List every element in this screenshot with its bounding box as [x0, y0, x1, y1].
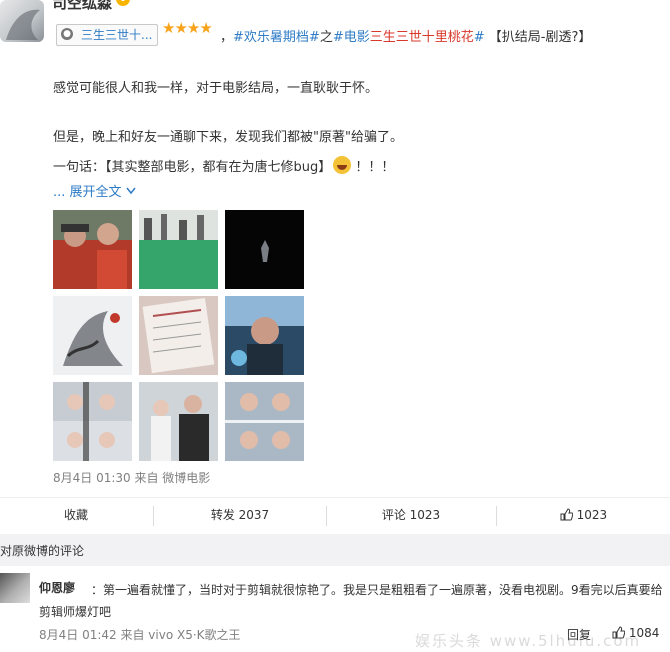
topic-link-movie-open[interactable]: #电影	[333, 30, 370, 45]
thumbs-up-icon	[560, 508, 574, 521]
photo-2[interactable]	[139, 210, 218, 289]
favorite-button[interactable]: 收藏	[0, 498, 152, 534]
verified-badge-icon: V	[116, 0, 130, 6]
chevron-down-icon	[126, 187, 136, 195]
comments-header-title: 对原微博的评论	[0, 544, 85, 558]
expand-full-text-link[interactable]: ... 展开全文	[53, 181, 136, 200]
author-avatar[interactable]	[0, 0, 44, 42]
topic-link-summer[interactable]: #欢乐暑期档#	[233, 30, 320, 45]
photo-7[interactable]	[53, 382, 132, 461]
commenter-avatar[interactable]	[0, 573, 30, 603]
post-line-3-text: 一句话：【其实整部电影，都有在为唐七修bug】	[53, 160, 332, 175]
topic-link-movie-close[interactable]: #	[474, 30, 485, 45]
post-line-1: 感觉可能很人和我一样，对于电影结局，一直耿耿于怀。	[53, 81, 379, 96]
connector-text: 之	[319, 30, 333, 45]
post-exclaim: ！！！	[355, 160, 395, 175]
author-name[interactable]: 司空纮淼	[52, 0, 112, 13]
post-meta: 8月4日 01:30 来自 微博电影	[53, 471, 211, 485]
action-bar: 收藏 转发 2037 评论 1023 1023	[0, 497, 670, 534]
movie-tag-label: 三生三世十...	[81, 28, 153, 42]
rating-stars: ★★★★	[162, 19, 213, 37]
watermark: 娱乐头条 www.5lhulu.com	[415, 632, 642, 650]
spoiler-label: 【扒结局-剧透?】	[484, 30, 592, 45]
photo-6[interactable]	[225, 296, 304, 375]
photo-3[interactable]	[225, 210, 304, 289]
topic-link-movie-title[interactable]: 三生三世十里桃花	[370, 30, 474, 45]
separator: ，	[220, 30, 234, 45]
photo-9[interactable]	[225, 382, 304, 461]
photo-1[interactable]	[53, 210, 132, 289]
photo-5[interactable]	[139, 296, 218, 375]
expand-label: ... 展开全文	[53, 185, 122, 200]
comment-text: ：第一遍看就懂了，当时对于剪辑就很惊艳了。我是只是粗粗看了一遍原著，没看电视剧。…	[39, 583, 663, 619]
like-count: 1023	[576, 508, 608, 522]
photo-8[interactable]	[139, 382, 218, 461]
laugh-cry-emoji-icon	[333, 156, 352, 174]
topic-line: ，#欢乐暑期档#之#电影三生三世十里桃花# 【扒结局-剧透?】	[220, 26, 591, 45]
film-reel-icon: ●	[61, 28, 73, 40]
comments-header: 对原微博的评论	[0, 534, 670, 566]
like-button[interactable]: 1023	[497, 498, 670, 534]
post-line-2: 但是，晚上和好友一通聊下来，发现我们都被"原著"给骗了。	[53, 130, 403, 145]
comment-button[interactable]: 评论 1023	[327, 498, 495, 534]
photo-4[interactable]	[53, 296, 132, 375]
commenter-name[interactable]: 仰恩廖	[39, 579, 75, 596]
repost-button[interactable]: 转发 2037	[154, 498, 326, 534]
comment-meta: 8月4日 01:42 来自 vivo X5·K歌之王	[39, 628, 241, 642]
movie-tag[interactable]: ● 三生三世十...	[56, 24, 158, 46]
post-line-3: 一句话：【其实整部电影，都有在为唐七修bug】 ！！！	[53, 156, 394, 175]
